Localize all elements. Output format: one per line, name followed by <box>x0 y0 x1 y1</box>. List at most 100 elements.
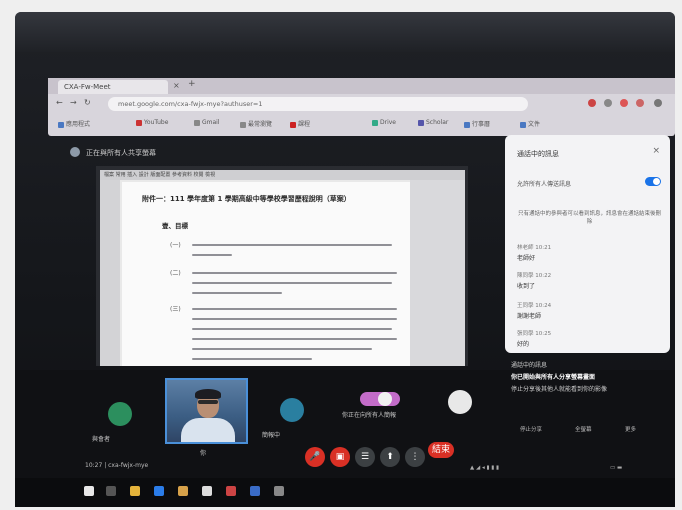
chat-note: 只有通話中的參與者可以看到訊息，訊息會在通話結束後刪除 <box>517 211 661 225</box>
bookmark-icon <box>136 119 142 126</box>
document-window: 檔案 常用 插入 設計 版面配置 參考資料 校閱 檢視 附件一：111 學年度第… <box>100 170 465 366</box>
document-title: 附件一：111 學年度第 1 學期高級中等學校學習歷程說明（草案） <box>142 195 351 203</box>
address-bar[interactable]: meet.google.com/cxa-fwjx-mye?authuser=1 <box>108 97 528 111</box>
person-hair <box>195 389 221 399</box>
document-toolbar: 檔案 常用 插入 設計 版面配置 參考資料 校閱 檢視 <box>100 170 465 180</box>
message-text: 好的 <box>517 341 530 348</box>
bookmark-icon <box>464 121 470 128</box>
text-line <box>192 328 392 330</box>
chat-panel: 通話中的訊息 × 允許所有人傳送訊息 只有通話中的參與者可以看到訊息，訊息會在通… <box>505 135 670 353</box>
extension-icon[interactable] <box>604 99 612 107</box>
captions-button[interactable]: ☰ <box>355 447 375 467</box>
screen-glare <box>15 12 675 52</box>
browser-tab[interactable]: CXA-Fw-Meet <box>58 80 168 94</box>
document-subtitle: 壹、目標 <box>162 222 188 230</box>
bookmark-icon <box>58 121 64 128</box>
stop-sharing-button[interactable]: 停止分享 <box>520 425 542 433</box>
app-icon[interactable] <box>202 486 212 496</box>
message-sender: 張同學 10:25 <box>517 331 552 337</box>
bookmark-icon <box>194 119 200 126</box>
present-button[interactable]: ⬆ <box>380 447 400 467</box>
side-text: 停止分享後其他人就能看到你的影像 <box>511 386 608 393</box>
close-icon[interactable]: × <box>652 146 660 156</box>
text-line <box>192 272 397 274</box>
end-call-button[interactable]: 結束 <box>428 442 454 458</box>
edge-icon[interactable] <box>154 486 164 496</box>
chat-title: 通話中的訊息 <box>517 150 559 158</box>
side-title: 通話中的訊息 <box>511 362 548 369</box>
browser-chrome: CXA-Fw-Meet × + ← → ↻ meet.google.com/cx… <box>48 78 675 136</box>
system-tray-icons[interactable]: ▲ ◢ ◂ ▮ ▮ ▮ <box>470 465 499 471</box>
more-icon: ⋮ <box>410 452 420 462</box>
message-sender: 王同學 10:24 <box>517 303 552 309</box>
person-glasses <box>198 400 218 404</box>
close-tab-icon[interactable]: × <box>173 81 180 90</box>
search-icon[interactable] <box>106 486 116 496</box>
end-call-label: 結束 <box>431 445 450 455</box>
participant-avatar[interactable] <box>448 390 472 414</box>
back-icon[interactable]: ← <box>56 98 63 107</box>
camera-off-icon: ▣ <box>335 452 345 462</box>
bookmark-item[interactable]: Drive <box>372 119 396 126</box>
item-number: (二) <box>170 270 181 277</box>
mic-off-icon: 🎤 <box>309 452 321 462</box>
bookmark-item[interactable]: 應用程式 <box>58 119 90 128</box>
app-icon[interactable] <box>274 486 284 496</box>
text-line <box>192 338 397 340</box>
more-button[interactable]: 更多 <box>625 425 636 433</box>
captions-icon: ☰ <box>360 452 370 462</box>
bookmark-item[interactable]: 課程 <box>290 119 310 128</box>
message-sender: 林老師 10:21 <box>517 245 552 251</box>
text-line <box>192 292 282 294</box>
bookmark-item[interactable]: YouTube <box>136 119 168 126</box>
participant-avatar[interactable] <box>280 398 304 422</box>
new-tab-icon[interactable]: + <box>188 79 196 89</box>
fullscreen-button[interactable]: 全螢幕 <box>575 425 592 433</box>
mic-off-button[interactable]: 🎤 <box>305 447 325 467</box>
reload-icon[interactable]: ↻ <box>84 98 91 107</box>
message-sender: 陳同學 10:22 <box>517 273 552 279</box>
bookmark-item[interactable]: Gmail <box>194 119 220 126</box>
bookmark-item[interactable]: 最常瀏覽 <box>240 119 272 128</box>
presenting-caption: 你正在向所有人簡報 <box>342 412 397 419</box>
bookmark-item[interactable]: 行事曆 <box>464 119 490 128</box>
text-line <box>192 308 397 310</box>
participant-avatar[interactable] <box>108 402 132 426</box>
camera-off-button[interactable]: ▣ <box>330 447 350 467</box>
allow-messages-toggle[interactable] <box>645 177 661 186</box>
document-side-pane <box>410 180 465 366</box>
extension-icon[interactable] <box>588 99 596 107</box>
self-label: 你 <box>200 450 207 457</box>
chrome-icon[interactable] <box>226 486 236 496</box>
side-heading: 你已開始與所有人分享螢幕畫面 <box>511 374 596 381</box>
bookmark-item[interactable]: 文件 <box>520 119 540 128</box>
message-text: 收到了 <box>517 283 536 290</box>
chat-setting-label: 允許所有人傳送訊息 <box>517 181 572 188</box>
present-icon: ⬆ <box>386 452 394 462</box>
bookmark-icon <box>520 121 526 128</box>
clock-icon[interactable]: ▭ ▬ <box>610 465 622 471</box>
forward-icon[interactable]: → <box>70 98 77 107</box>
profile-avatar-icon[interactable] <box>636 99 644 107</box>
bookmark-item[interactable]: Scholar <box>418 119 448 126</box>
word-icon[interactable] <box>250 486 260 496</box>
folder-icon[interactable] <box>130 486 140 496</box>
text-line <box>192 244 392 246</box>
text-line <box>192 282 392 284</box>
start-icon[interactable] <box>84 486 94 496</box>
bookmark-icon <box>290 121 296 128</box>
item-number: (一) <box>170 242 181 249</box>
bookmark-icon <box>240 121 246 128</box>
tab-strip: CXA-Fw-Meet × + <box>48 78 675 94</box>
bookmarks-bar: 應用程式 YouTube Gmail 最常瀏覽 課程 Drive Scholar… <box>54 116 669 132</box>
explorer-icon[interactable] <box>178 486 188 496</box>
message-text: 老師好 <box>517 255 536 262</box>
meeting-code: 10:27 | cxa-fwjx-mye <box>85 462 149 469</box>
presenter-avatar <box>70 147 80 157</box>
presenting-dot-icon <box>378 392 392 406</box>
extension-icon[interactable] <box>620 99 628 107</box>
document-page: 附件一：111 學年度第 1 學期高級中等學校學習歷程說明（草案） 壹、目標 (… <box>122 182 410 366</box>
more-options-button[interactable]: ⋮ <box>405 447 425 467</box>
menu-icon[interactable] <box>654 99 662 107</box>
self-view-tile[interactable] <box>165 378 248 444</box>
